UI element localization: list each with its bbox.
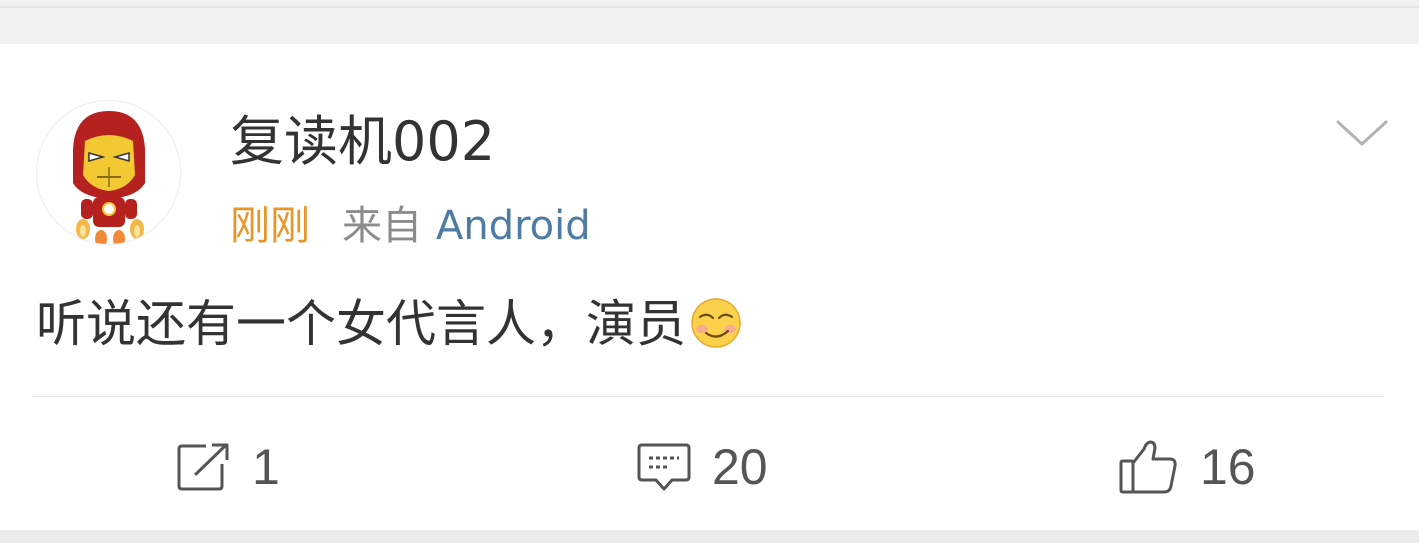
repost-button[interactable]: 1 — [176, 432, 280, 502]
post-time: 刚刚 — [230, 203, 310, 249]
comment-icon — [637, 443, 691, 491]
iron-man-avatar-icon — [73, 111, 145, 244]
comment-count: 20 — [712, 439, 768, 495]
top-separator-line — [0, 6, 1419, 8]
like-button[interactable]: 16 — [1118, 432, 1256, 502]
top-separator — [0, 0, 1419, 44]
username[interactable]: 复读机002 — [230, 112, 495, 172]
like-count: 16 — [1200, 439, 1256, 495]
repost-count: 1 — [252, 439, 280, 495]
bottom-separator — [0, 530, 1419, 543]
source-device-link[interactable]: Android — [436, 203, 591, 249]
post-card[interactable]: 复读机002 刚刚 来自 Android 听说还有一个女代言人，演员 1 20 … — [0, 44, 1419, 530]
like-icon — [1119, 440, 1177, 494]
avatar[interactable] — [36, 100, 181, 245]
divider — [32, 396, 1384, 397]
smirk-emoji-icon — [691, 298, 741, 348]
post-text: 听说还有一个女代言人，演员 — [36, 295, 686, 353]
source-prefix: 来自 — [342, 203, 422, 249]
comment-button[interactable]: 20 — [636, 432, 768, 502]
chevron-down-icon[interactable] — [1332, 114, 1392, 154]
repost-icon — [177, 443, 229, 491]
post-content: 听说还有一个女代言人，演员 — [36, 294, 742, 354]
post-meta: 刚刚 来自 Android — [230, 202, 591, 250]
